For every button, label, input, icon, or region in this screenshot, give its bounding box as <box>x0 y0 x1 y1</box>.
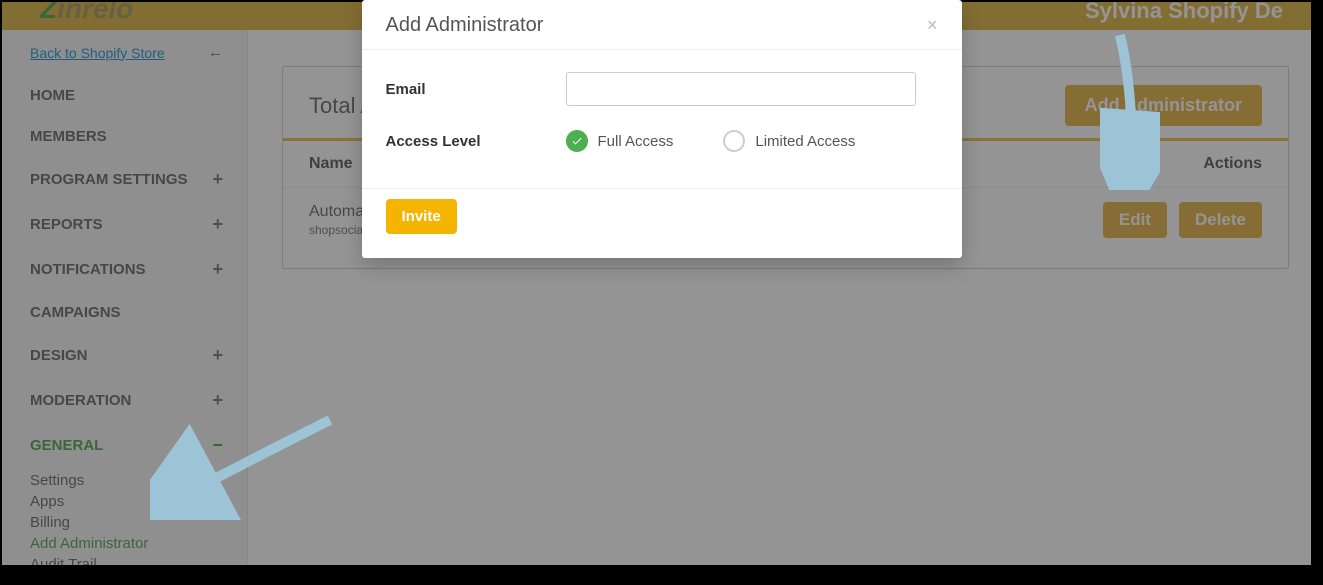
close-icon[interactable]: × <box>927 15 938 36</box>
frame-border <box>0 565 1323 585</box>
email-label: Email <box>386 81 566 98</box>
full-access-radio[interactable]: Full Access <box>566 130 674 152</box>
radio-unchecked-icon <box>723 130 745 152</box>
access-level-label: Access Level <box>386 133 566 150</box>
email-field[interactable] <box>566 72 916 106</box>
radio-checked-icon <box>566 130 588 152</box>
limited-access-radio[interactable]: Limited Access <box>723 130 855 152</box>
invite-button[interactable]: Invite <box>386 199 457 234</box>
full-access-label: Full Access <box>598 133 674 150</box>
add-administrator-modal: Add Administrator × Email Access Level F… <box>362 0 962 258</box>
limited-access-label: Limited Access <box>755 133 855 150</box>
frame-border <box>1311 0 1323 585</box>
modal-title: Add Administrator <box>386 14 544 37</box>
